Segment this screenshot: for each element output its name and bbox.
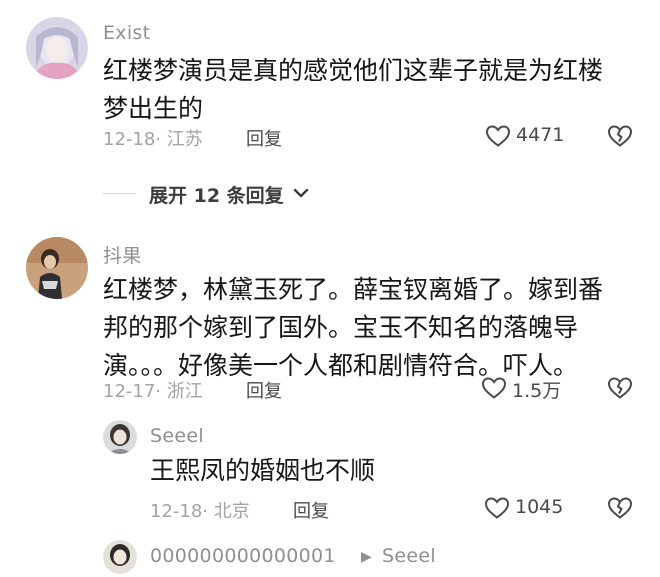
heart-outline-icon[interactable]: [485, 124, 511, 148]
like-count: 1045: [515, 496, 564, 518]
expand-divider: [103, 193, 135, 194]
chevron-down-icon[interactable]: [292, 186, 310, 200]
comment-text-line: 梦出生的: [103, 94, 204, 123]
comment-text-line: 红楼梦，林黛玉死了。薛宝钗离婚了。嫁到番: [103, 275, 604, 304]
comment-text: 红楼梦，林黛玉死了。薛宝钗离婚了。嫁到番 邦的那个嫁到了国外。宝玉不知名的落魄导…: [103, 271, 648, 385]
like-count: 1.5万: [512, 380, 562, 402]
reply-to-username[interactable]: Seeel: [382, 545, 436, 567]
avatar-seeel[interactable]: [103, 420, 137, 454]
heart-outline-icon[interactable]: [481, 376, 507, 400]
broken-heart-icon[interactable]: [607, 376, 633, 400]
comment-username[interactable]: Exist: [103, 22, 150, 44]
reply-button[interactable]: 回复: [246, 125, 282, 151]
broken-heart-icon[interactable]: [607, 124, 633, 148]
comment-text: 红楼梦演员是真的感觉他们这辈子就是为红楼 梦出生的: [103, 52, 643, 128]
broken-heart-icon[interactable]: [607, 496, 633, 520]
triangle-right-icon: ▶: [361, 549, 372, 565]
avatar-exist[interactable]: [26, 17, 88, 79]
reply-button[interactable]: 回复: [293, 497, 329, 523]
heart-outline-icon[interactable]: [484, 496, 510, 520]
comment-username[interactable]: 抖果: [103, 241, 142, 268]
like-count: 4471: [516, 124, 565, 146]
reply-meta: 12-18· 北京: [150, 501, 250, 522]
comment-text-line: 红楼梦演员是真的感觉他们这辈子就是为红楼: [103, 56, 604, 85]
comment-meta: 12-17· 浙江: [103, 381, 203, 402]
comment-meta: 12-18· 江苏: [103, 129, 203, 150]
reply-text: 王熙凤的婚姻也不顺: [150, 456, 376, 485]
reply-button[interactable]: 回复: [246, 377, 282, 403]
reply-username[interactable]: 000000000000001: [150, 545, 336, 567]
expand-replies-button[interactable]: 展开 12 条回复: [149, 181, 284, 208]
comment-text-line: 邦的那个嫁到了国外。宝玉不知名的落魄导: [103, 313, 579, 342]
avatar-user-000000000000001[interactable]: [103, 540, 137, 574]
avatar-douguo[interactable]: [26, 237, 88, 299]
reply-username[interactable]: Seeel: [150, 425, 204, 447]
